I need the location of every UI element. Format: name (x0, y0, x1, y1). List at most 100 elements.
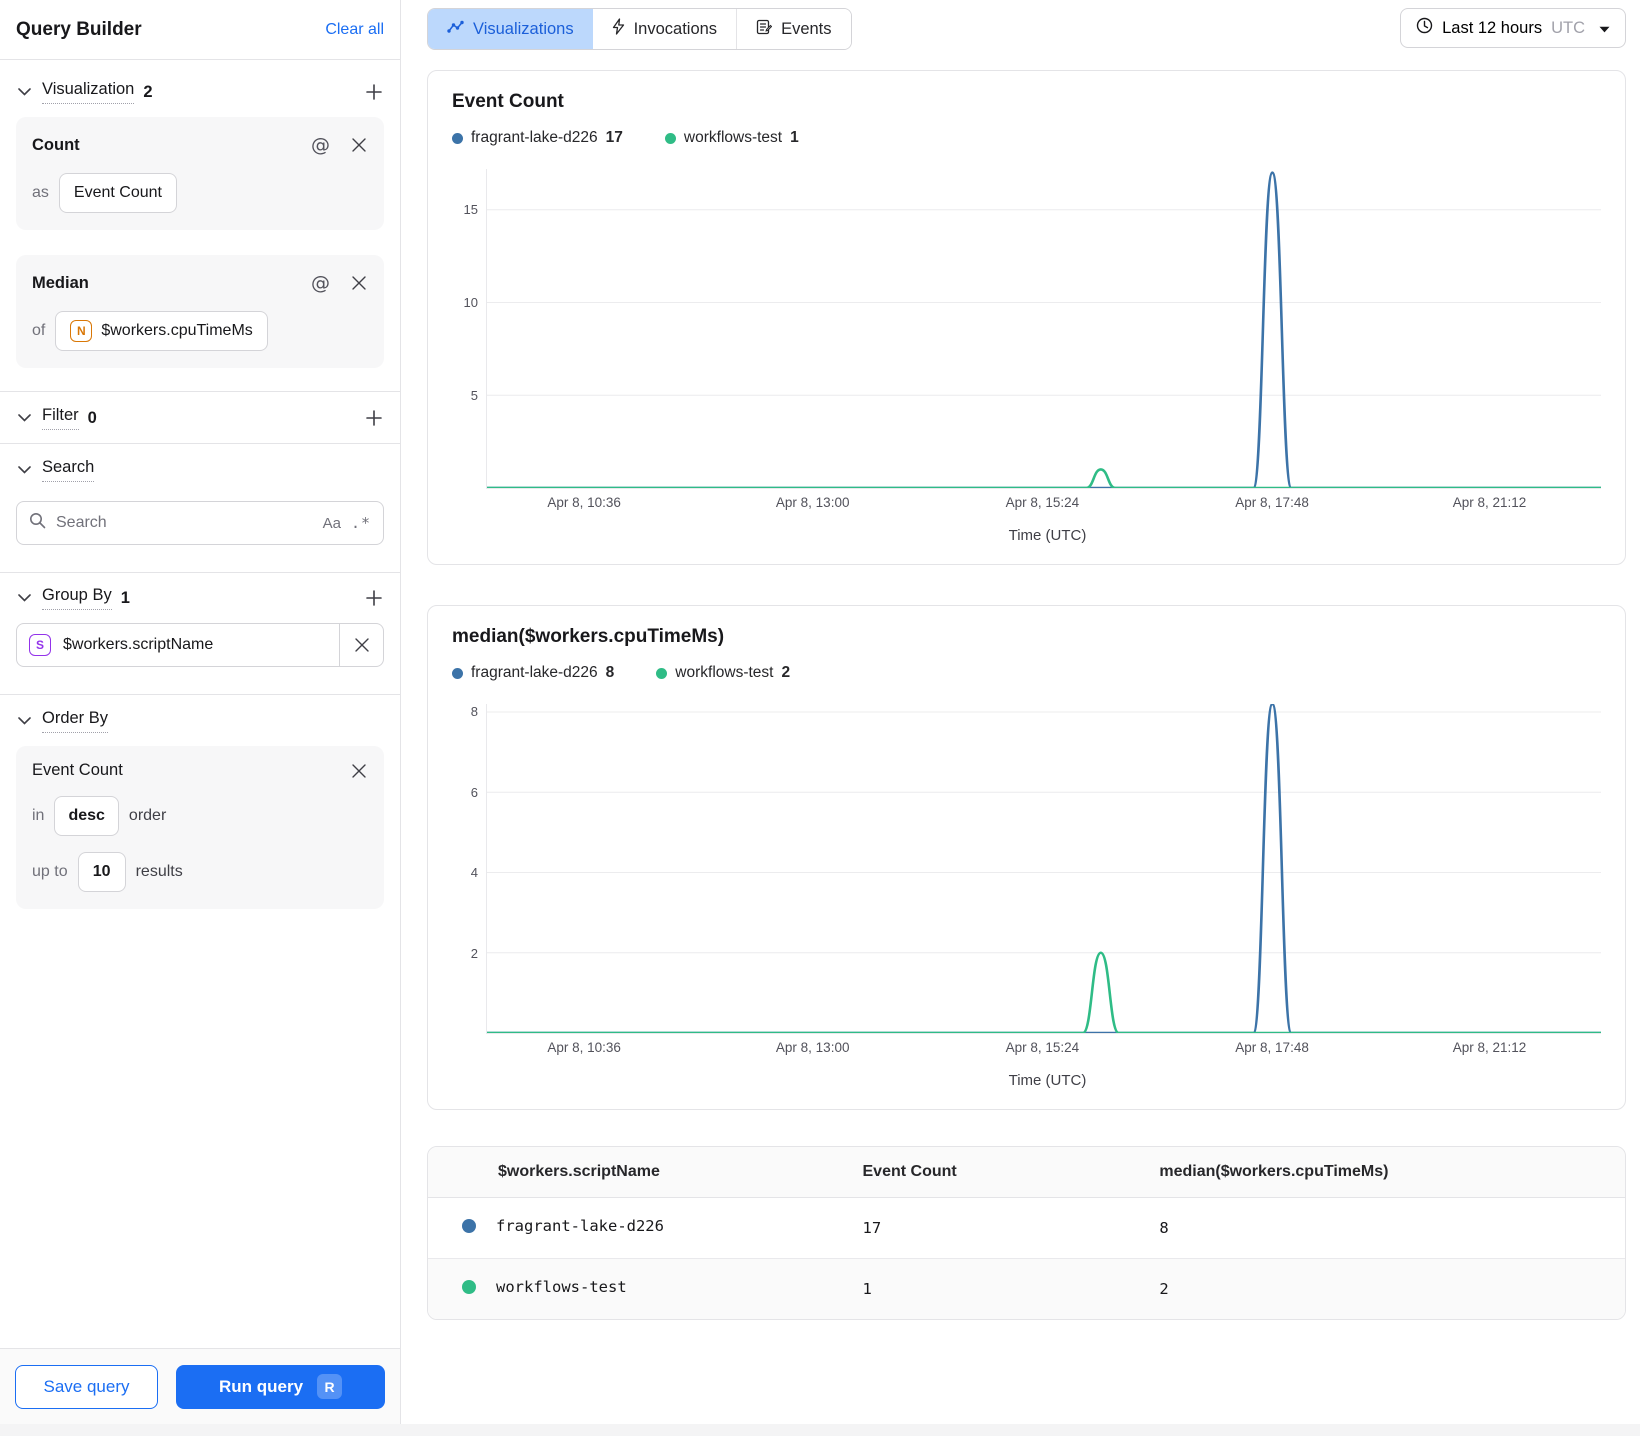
lightning-bolt-icon (612, 18, 625, 40)
at-mention-icon[interactable]: @ (309, 270, 332, 296)
table-header-row: $workers.scriptName Event Count median($… (428, 1147, 1625, 1198)
median-value: 8 (1159, 1218, 1169, 1237)
add-filter-button[interactable] (364, 408, 384, 428)
event-count-chart-card: Event Count fragrant-lake-d226 17 workflow… (427, 70, 1626, 565)
chevron-down-icon[interactable] (16, 412, 33, 424)
sidebar-header: Query Builder Clear all (0, 0, 400, 60)
results-table-card: $workers.scriptName Event Count median($… (427, 1146, 1626, 1320)
run-query-button[interactable]: Run query R (176, 1364, 385, 1409)
median-field-selector[interactable]: N $workers.cpuTimeMs (55, 311, 268, 351)
filter-section-label: Filter (42, 406, 79, 430)
count-visualization-card: Count @ as Event Count (16, 117, 384, 230)
up-to-label: up to (32, 863, 68, 880)
y-axis: 5 10 15 (463, 201, 478, 403)
tab-label: Events (781, 19, 832, 38)
result-limit-input[interactable]: 10 (77, 852, 126, 892)
close-icon[interactable] (350, 762, 368, 780)
script-name: fragrant-lake-d226 (496, 1217, 664, 1235)
time-range-label: Last 12 hours (1442, 18, 1543, 37)
chart-xlabel: Time (UTC) (1008, 527, 1087, 544)
view-tabs: Visualizations Invocations Events (427, 8, 852, 50)
column-header-script-name: $workers.scriptName (428, 1147, 863, 1198)
group-by-section-label: Group By (42, 586, 112, 610)
event-count-value: 17 (862, 1218, 882, 1237)
chart-legend: fragrant-lake-d226 8 workflows-test 2 (452, 664, 1601, 682)
results-table: $workers.scriptName Event Count median($… (428, 1147, 1625, 1319)
order-by-section-label: Order By (42, 709, 109, 733)
chevron-down-icon[interactable] (16, 86, 33, 98)
app-window: Query Builder Clear all Visualization 2 … (0, 0, 1640, 1424)
script-name: workflows-test (496, 1278, 627, 1297)
tab-events[interactable]: Events (736, 9, 851, 49)
chart-xlabel: Time (UTC) (1008, 1072, 1087, 1089)
visualization-section-label: Visualization (42, 80, 135, 104)
group-by-item[interactable]: S $workers.scriptName (16, 623, 384, 667)
filter-count: 0 (87, 408, 97, 427)
legend-dot (452, 132, 463, 144)
sort-direction-selector[interactable]: desc (54, 796, 119, 836)
string-type-icon: S (29, 634, 51, 656)
sidebar-body: Visualization 2 Count @ as Event Count M… (0, 60, 400, 1348)
search-section-label: Search (42, 458, 95, 482)
median-field-value: $workers.cpuTimeMs (101, 322, 253, 339)
chart-title: median($workers.cpuTimeMs) (452, 626, 725, 647)
chevron-down-icon[interactable] (16, 592, 33, 604)
series-dot (462, 1280, 476, 1295)
run-query-label: Run query (218, 1376, 304, 1396)
legend-item[interactable]: fragrant-lake-d226 8 (452, 664, 614, 682)
tab-label: Invocations (633, 19, 718, 38)
legend-item[interactable]: workflows-test 1 (664, 129, 799, 147)
results-table-body: fragrant-lake-d226 17 8 workflows-test 1 2 (428, 1197, 1625, 1319)
visualization-count: 2 (143, 82, 153, 101)
line-chart-icon (447, 20, 464, 39)
line-chart-plot[interactable] (486, 169, 1601, 489)
count-alias-field[interactable]: Event Count (58, 173, 177, 213)
caret-down-icon (1599, 19, 1610, 38)
legend-dot (656, 667, 668, 679)
search-input[interactable] (56, 514, 313, 532)
clear-all-link[interactable]: Clear all (325, 21, 384, 39)
tab-visualizations[interactable]: Visualizations (428, 9, 593, 49)
at-mention-icon[interactable]: @ (309, 132, 332, 158)
clock-icon (1416, 17, 1433, 39)
remove-group-by-icon[interactable] (339, 624, 383, 666)
search-box: Aa .* (16, 501, 384, 545)
run-query-shortcut-badge: R (317, 1374, 343, 1399)
close-icon[interactable] (350, 136, 368, 154)
add-visualization-button[interactable] (364, 82, 384, 102)
chevron-down-icon[interactable] (16, 464, 33, 476)
table-row[interactable]: fragrant-lake-d226 17 8 (428, 1197, 1625, 1258)
chevron-down-icon[interactable] (16, 715, 33, 727)
median-cputime-chart-card: median($workers.cpuTimeMs) fragrant-lake… (427, 605, 1626, 1110)
table-row[interactable]: workflows-test 1 2 (428, 1258, 1625, 1319)
group-by-count: 1 (120, 588, 130, 607)
match-case-icon[interactable]: Aa (323, 515, 341, 532)
results-label: results (135, 863, 183, 880)
in-label: in (32, 807, 45, 824)
regex-icon[interactable]: .* (351, 514, 371, 532)
time-range-selector[interactable]: Last 12 hours UTC (1400, 8, 1626, 48)
median-value: 2 (1159, 1279, 1169, 1298)
tab-invocations[interactable]: Invocations (592, 9, 737, 49)
save-query-button[interactable]: Save query (15, 1364, 158, 1409)
median-card-title: Median (32, 273, 89, 292)
line-chart-plot[interactable] (486, 704, 1601, 1034)
timezone-label: UTC (1551, 18, 1585, 37)
legend-item[interactable]: workflows-test 2 (656, 664, 790, 682)
count-card-title: Count (32, 135, 80, 154)
y-axis: 2468 (470, 704, 478, 961)
legend-item[interactable]: fragrant-lake-d226 17 (452, 129, 623, 147)
tab-label: Visualizations (473, 19, 574, 38)
sidebar-footer: Save query Run query R (0, 1348, 400, 1424)
event-count-value: 1 (862, 1279, 872, 1298)
order-by-field: Event Count (32, 761, 123, 779)
chart-legend: fragrant-lake-d226 17 workflows-test 1 (452, 129, 1601, 147)
order-by-card: Event Count in desc order up to 10 resul… (16, 746, 384, 909)
event-log-icon (756, 19, 773, 40)
legend-dot (664, 132, 676, 144)
as-label: as (32, 184, 49, 201)
add-group-by-button[interactable] (364, 588, 384, 608)
group-by-field-value: $workers.scriptName (63, 636, 214, 653)
number-type-icon: N (70, 320, 93, 342)
close-icon[interactable] (350, 274, 368, 292)
